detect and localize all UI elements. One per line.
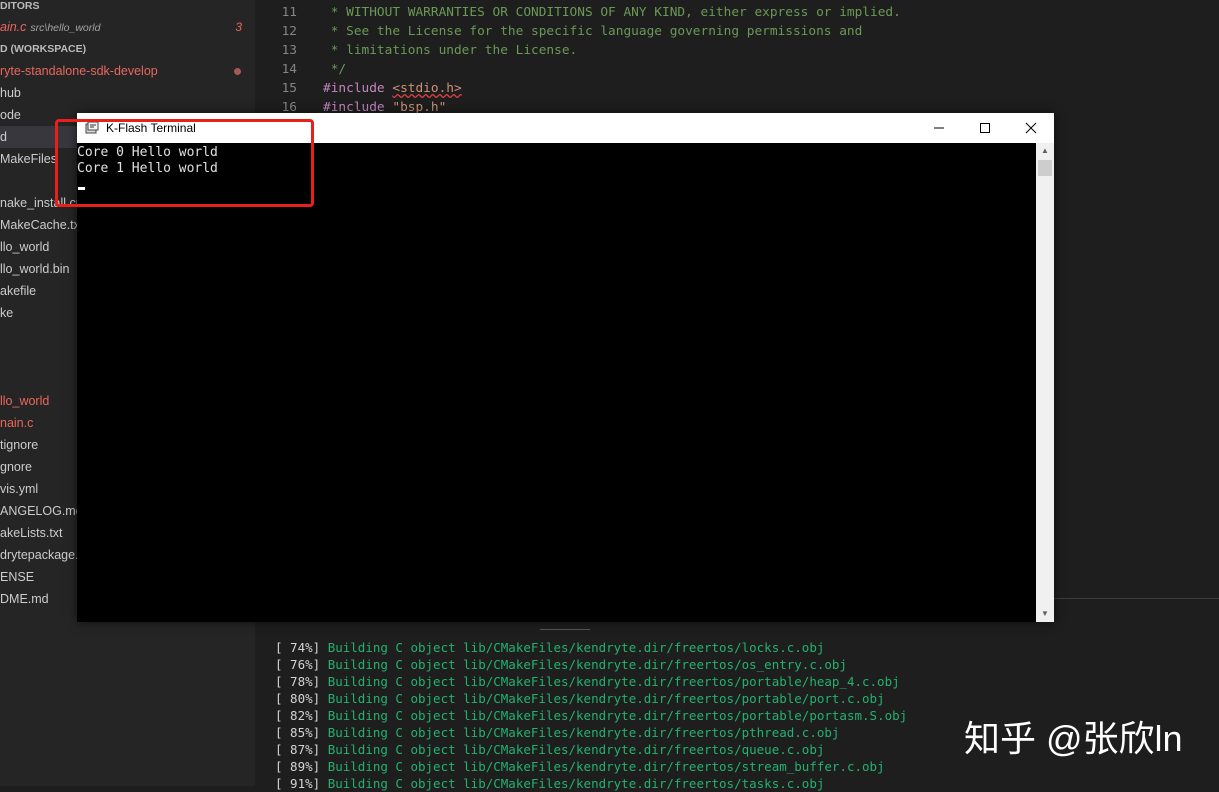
build-output-line: [ 89%] Building C object lib/CMakeFiles/… [275, 759, 885, 774]
scroll-up-icon[interactable]: ▲ [1036, 143, 1054, 159]
build-output-line: [ 85%] Building C object lib/CMakeFiles/… [275, 725, 840, 740]
code-line: 14 */ [281, 62, 347, 77]
minimize-button[interactable] [916, 113, 962, 143]
scroll-down-icon[interactable]: ▼ [1036, 606, 1054, 622]
terminal-output[interactable]: Core 0 Hello world Core 1 Hello world [77, 143, 1036, 622]
build-output-line: [ 74%] Building C object lib/CMakeFiles/… [275, 640, 825, 655]
modified-dot-icon [234, 68, 241, 75]
code-editor[interactable]: 11 * WITHOUT WARRANTIES OR CONDITIONS OF… [255, 0, 1219, 120]
vertical-scrollbar[interactable]: ▲ ▼ [1036, 143, 1054, 622]
workspace-header[interactable]: D (WORKSPACE) [0, 38, 255, 60]
close-icon [1025, 122, 1037, 134]
open-editor-file[interactable]: ain.c src\hello_world 3 [0, 16, 255, 38]
build-output-line: [ 76%] Building C object lib/CMakeFiles/… [275, 657, 847, 672]
build-output-line: [ 78%] Building C object lib/CMakeFiles/… [275, 674, 900, 689]
panel-sash[interactable] [540, 629, 590, 630]
code-line: 12 * See the License for the specific la… [281, 24, 863, 39]
minimize-icon [934, 127, 944, 129]
watermark: 知乎 @张欣ln [964, 718, 1183, 759]
code-line: 13 * limitations under the License. [281, 43, 578, 58]
close-button[interactable] [1008, 113, 1054, 143]
build-output-line: [ 80%] Building C object lib/CMakeFiles/… [275, 691, 885, 706]
tree-item[interactable]: ryte-standalone-sdk-develop [0, 60, 255, 82]
build-output-line: [ 87%] Building C object lib/CMakeFiles/… [275, 742, 825, 757]
build-output-line: [ 91%] Building C object lib/CMakeFiles/… [275, 776, 825, 791]
highlight-box [55, 119, 314, 207]
maximize-button[interactable] [962, 113, 1008, 143]
problems-count: 3 [235, 20, 242, 34]
scrollbar-thumb[interactable] [1038, 160, 1052, 176]
code-line: 11 * WITHOUT WARRANTIES OR CONDITIONS OF… [281, 5, 901, 20]
build-output-line: [ 82%] Building C object lib/CMakeFiles/… [275, 708, 908, 723]
code-line: 15 #include <stdio.h> [281, 81, 462, 96]
tree-item[interactable]: hub [0, 82, 255, 104]
maximize-icon [980, 123, 990, 133]
open-editors-header[interactable]: DITORS [0, 0, 255, 17]
